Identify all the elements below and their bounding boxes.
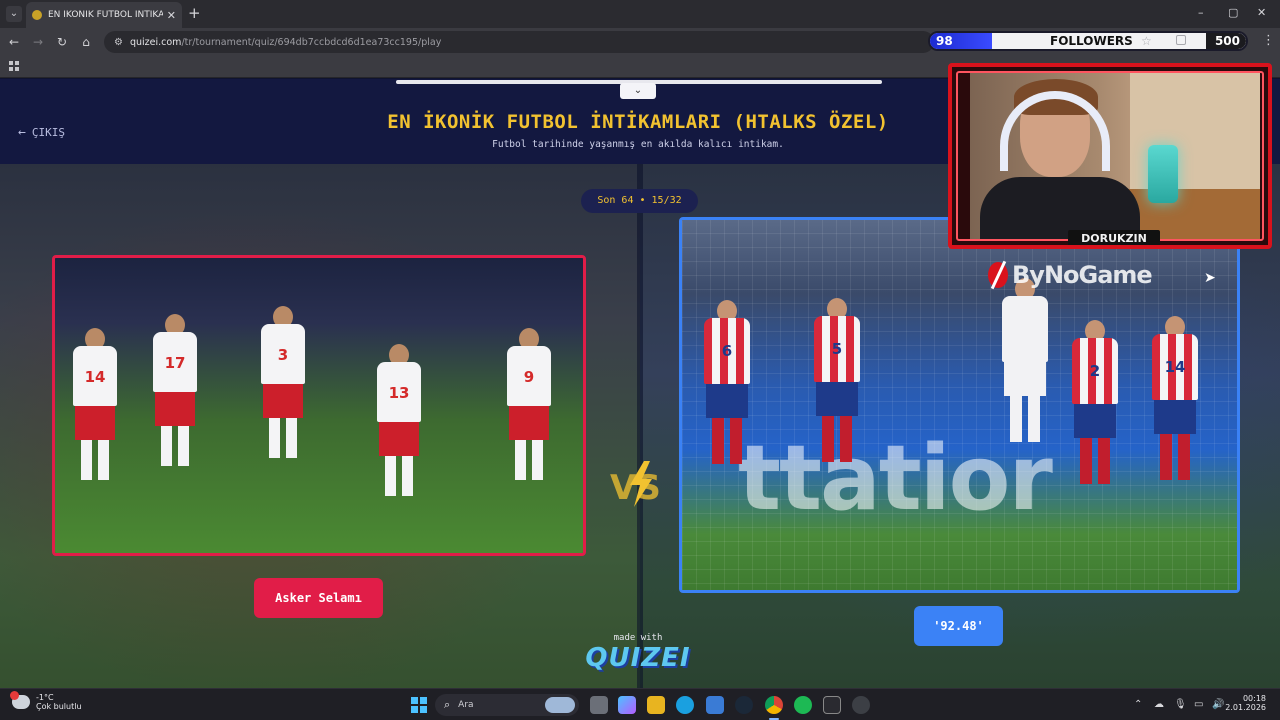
taskbar-search[interactable]: ⌕ Ara [435, 694, 579, 716]
followers-goal-bar: 98 FOLLOWERS 500 [928, 31, 1248, 51]
edge-icon[interactable] [676, 696, 694, 714]
right-option-card[interactable]: ttatior 6 5 2 14 [679, 217, 1240, 593]
versus-bolt-icon: VS [610, 461, 661, 508]
webcam-overlay: DORUKZIN [948, 63, 1272, 249]
system-clock[interactable]: 00:18 2.01.2026 [1225, 694, 1266, 712]
round-badge: Son 64 • 15/32 [581, 189, 698, 213]
search-icon: ⌕ [444, 698, 451, 711]
reload-icon[interactable]: ↻ [54, 34, 70, 50]
weather-widget[interactable]: -1°C Çok bulutlu [10, 691, 82, 711]
quizei-logo[interactable]: QUIZEI [0, 643, 1276, 673]
center-divider [637, 164, 643, 688]
streamer-name: DORUKZIN [1068, 230, 1160, 245]
cloud-icon [10, 691, 30, 709]
jersey-number: 5 [831, 340, 843, 358]
left-option-photo: 14 17 3 13 9 [55, 258, 583, 553]
cloud-sync-icon[interactable]: ☁ [1154, 699, 1164, 710]
player-figure: 14 [73, 328, 117, 488]
jersey-number: 17 [164, 354, 186, 372]
made-with-label: made with [613, 633, 663, 643]
player-figure: 2 [1072, 320, 1118, 490]
followers-goal: 500 [1214, 34, 1240, 48]
jersey-number: 13 [388, 384, 410, 402]
browser-menu-icon[interactable]: ⋮ [1262, 33, 1275, 48]
bookmark-star-icon[interactable]: ☆ [1141, 34, 1152, 48]
player-figure: 14 [1152, 316, 1198, 486]
home-icon[interactable]: ⌂ [78, 34, 94, 50]
microphone-icon [1148, 145, 1178, 203]
left-choice-button[interactable]: Asker Selamı [254, 578, 383, 618]
back-arrow-icon[interactable]: ← [6, 34, 22, 50]
watermark-logo-icon [988, 262, 1008, 288]
player-figure: 17 [153, 314, 197, 474]
right-option-photo: ttatior 6 5 2 14 [682, 220, 1237, 590]
clock-time: 00:18 [1242, 694, 1266, 703]
file-explorer-icon[interactable] [647, 696, 665, 714]
copilot-icon[interactable] [618, 696, 636, 714]
task-view-icon[interactable] [590, 696, 608, 714]
taskbar: -1°C Çok bulutlu ⌕ Ara ⌃ ☁ 🎙 ▭ 🔊 00:18 2… [0, 688, 1280, 720]
screen: ⌄ EN İKONİK FUTBOL İNTİKAMLARI ✕ + – ▢ ✕… [0, 0, 1280, 720]
player-figure: 9 [507, 328, 551, 488]
minimize-button[interactable]: – [1198, 6, 1204, 19]
new-tab-button[interactable]: + [188, 5, 201, 21]
tab-title: EN İKONİK FUTBOL İNTİKAMLARI [48, 10, 163, 20]
webcam-feed [970, 73, 1260, 239]
tab-search-button[interactable]: ⌄ [6, 6, 22, 22]
address-bar[interactable]: ⚙ quizei.com/tr/tournament/quiz/694db7cc… [104, 31, 934, 53]
volume-icon[interactable]: 🔊 [1212, 699, 1224, 710]
extensions-icon[interactable] [1176, 35, 1186, 45]
weather-temperature: -1°C [36, 693, 54, 702]
headset-icon [1000, 91, 1110, 171]
jersey-number: 3 [277, 346, 289, 364]
player-figure [1002, 278, 1048, 448]
site-info-icon[interactable]: ⚙ [114, 37, 123, 48]
stream-watermark: ByNoGame [988, 261, 1153, 289]
followers-goal-box: 500 [1206, 33, 1246, 49]
url-text: quizei.com/tr/tournament/quiz/694db7ccbd… [129, 36, 442, 48]
followers-current: 98 [936, 34, 953, 48]
browser-tab-bar: ⌄ EN İKONİK FUTBOL İNTİKAMLARI ✕ + – ▢ ✕ [0, 0, 1280, 28]
windows-start-icon[interactable] [411, 697, 427, 713]
left-option-card[interactable]: 14 17 3 13 9 [52, 255, 586, 556]
player-figure: 6 [704, 300, 750, 470]
weather-description: Çok bulutlu [36, 702, 82, 711]
mic-icon[interactable]: 🎙 [1174, 699, 1187, 710]
store-icon[interactable] [706, 696, 724, 714]
chrome-icon[interactable] [765, 696, 783, 720]
close-window-button[interactable]: ✕ [1257, 6, 1266, 19]
player-figure: 13 [377, 344, 421, 504]
mouse-cursor-icon: ➤ [1204, 270, 1216, 286]
browser-tab[interactable]: EN İKONİK FUTBOL İNTİKAMLARI ✕ [26, 2, 182, 28]
forward-arrow-icon[interactable]: → [30, 34, 46, 50]
jersey-number: 9 [523, 368, 535, 386]
jersey-number: 14 [1164, 358, 1186, 376]
tray-chevron-icon[interactable]: ⌃ [1134, 699, 1142, 710]
collapse-chevron-icon[interactable]: ⌄ [620, 83, 656, 99]
followers-label: FOLLOWERS [1050, 34, 1133, 48]
jersey-number: 6 [721, 342, 733, 360]
search-highlight-icon [545, 697, 575, 713]
restore-button[interactable]: ▢ [1228, 6, 1238, 19]
spotify-icon[interactable] [794, 696, 812, 714]
clock-date: 2.01.2026 [1225, 703, 1266, 712]
steam-icon[interactable] [735, 696, 753, 714]
jersey-number: 2 [1089, 362, 1101, 380]
player-figure: 3 [261, 306, 305, 466]
apps-grid-icon[interactable] [9, 61, 19, 71]
obs-icon[interactable] [852, 696, 870, 714]
display-icon[interactable]: ▭ [1194, 699, 1203, 710]
terminal-icon[interactable] [823, 696, 841, 714]
tab-close-icon[interactable]: ✕ [167, 9, 176, 22]
jersey-number: 14 [84, 368, 106, 386]
search-placeholder: Ara [458, 700, 474, 710]
site-favicon-icon [32, 10, 42, 20]
player-figure: 5 [814, 298, 860, 468]
